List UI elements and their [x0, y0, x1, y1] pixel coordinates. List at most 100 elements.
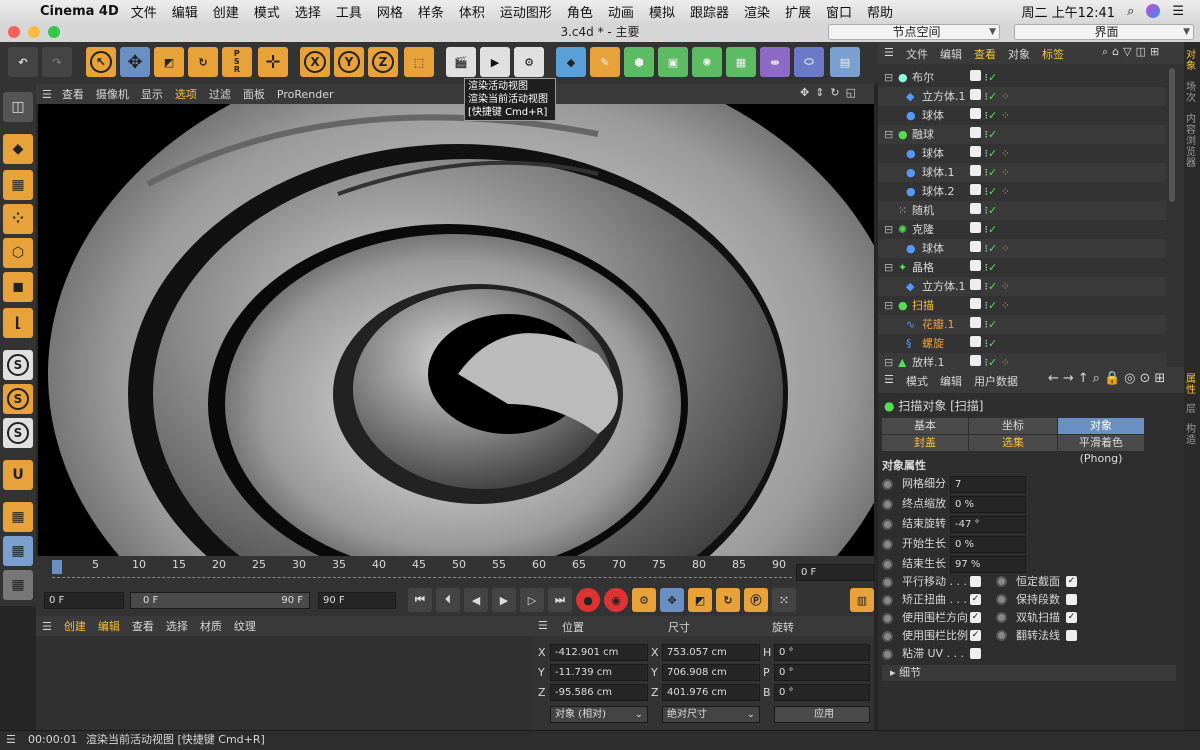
size-z-field[interactable]: 401.976 cm [662, 684, 760, 701]
anim-dot-icon[interactable] [882, 518, 893, 530]
visibility-dots[interactable]: ⁝✓ [970, 334, 997, 353]
visibility-dots[interactable]: ⁝✓ [970, 201, 997, 220]
layer-check[interactable] [970, 165, 981, 176]
om-row[interactable]: ⊟ ● 扫描 ⁝✓ ⁘ [878, 296, 1166, 315]
side-tab-takes[interactable]: 场次 [1186, 82, 1198, 104]
checkbox[interactable]: ✓ [1066, 612, 1077, 623]
anim-dot-icon[interactable] [882, 630, 893, 642]
details-group[interactable]: ▸ 细节 [882, 665, 1176, 681]
checkbox[interactable] [1066, 594, 1077, 605]
layer-check[interactable] [970, 317, 981, 328]
move-cross-button[interactable]: ✛ [258, 47, 288, 77]
menu-edit[interactable]: 编辑 [172, 2, 198, 21]
rot-p-field[interactable]: 0 ° [774, 664, 870, 681]
layer-check[interactable] [970, 203, 981, 214]
visibility-dots[interactable]: ⁝✓ [970, 68, 997, 87]
tab-selections[interactable]: 选集 [969, 435, 1057, 451]
hamburger-icon[interactable]: ☰ [884, 373, 894, 386]
visibility-dots[interactable]: ⁝✓ ⁘ [970, 106, 1010, 125]
side-tab-attributes[interactable]: 属性 [1186, 374, 1198, 396]
anim-dot-icon[interactable] [882, 594, 893, 606]
play-icon[interactable]: ▶ [492, 588, 516, 612]
object-name[interactable]: 球体 [922, 106, 944, 125]
om-row[interactable]: ● 球体 ⁝✓ ⁘ [878, 144, 1166, 163]
tab-phong[interactable]: 平滑着色(Phong) [1058, 435, 1144, 465]
menu-animate[interactable]: 动画 [608, 2, 634, 21]
layer-check[interactable] [970, 146, 981, 157]
mograph-fracture-button[interactable]: ▦ [726, 47, 756, 77]
psr-tool-button[interactable]: PSR [222, 47, 252, 77]
layer-check[interactable] [970, 108, 981, 119]
pos-x-field[interactable]: -412.901 cm [550, 644, 648, 661]
y-axis-button[interactable]: Y [334, 47, 364, 77]
close-window-icon[interactable] [8, 26, 20, 38]
render-settings-button[interactable]: ⚙ [514, 47, 544, 77]
om-scrollbar[interactable] [1169, 68, 1175, 202]
menu-volume[interactable]: 体积 [459, 2, 485, 21]
visibility-dots[interactable]: ⁝✓ [970, 220, 997, 239]
autokey-icon[interactable]: ◉ [604, 588, 628, 612]
om-row[interactable]: ⊟ ● 布尔 ⁝✓ [878, 68, 1166, 87]
prop-value-field[interactable]: -47 ° [950, 516, 1026, 533]
layer-check[interactable] [970, 222, 981, 233]
visibility-dots[interactable]: ⁝✓ ⁘ [970, 239, 1010, 258]
om-row[interactable]: ◆ 立方体.1 ⁝✓ ⁘ [878, 277, 1166, 296]
hamburger-icon[interactable]: ☰ [884, 46, 894, 59]
object-name[interactable]: 布尔 [912, 68, 934, 87]
menu-mograph[interactable]: 运动图形 [500, 2, 552, 21]
om-row[interactable]: ◆ 立方体.1 ⁝✓ ⁘ [878, 87, 1166, 106]
anim-dot-icon[interactable] [882, 576, 893, 588]
anim-dot-icon[interactable] [996, 630, 1007, 641]
menu-help[interactable]: 帮助 [867, 2, 893, 21]
checkbox[interactable]: ✓ [970, 612, 981, 623]
extrude-button[interactable]: ▣ [658, 47, 688, 77]
visibility-dots[interactable]: ⁝✓ ⁘ [970, 182, 1010, 201]
side-tab-objects[interactable]: 对象 [1186, 50, 1198, 72]
visibility-dots[interactable]: ⁝✓ ⁘ [970, 296, 1010, 315]
playhead[interactable] [52, 560, 62, 574]
viewport-menu-display[interactable]: 显示 [141, 86, 163, 102]
key-pla-icon[interactable]: ⁙ [772, 588, 796, 612]
hamburger-icon[interactable]: ☰ [42, 88, 52, 101]
menu-tools[interactable]: 工具 [336, 2, 362, 21]
tab-coord[interactable]: 坐标 [969, 418, 1057, 434]
menu-file[interactable]: 文件 [131, 2, 157, 21]
anim-dot-icon[interactable] [996, 612, 1007, 623]
menu-spline[interactable]: 样条 [418, 2, 444, 21]
menu-tracker[interactable]: 跟踪器 [690, 2, 729, 21]
menu-mesh[interactable]: 网格 [377, 2, 403, 21]
floor-button[interactable]: ▤ [830, 47, 860, 77]
tab-caps[interactable]: 封盖 [882, 435, 968, 451]
move-tool-button[interactable]: ✥ [120, 47, 150, 77]
render-view-button[interactable]: 🎬 [446, 47, 476, 77]
layer-check[interactable] [970, 260, 981, 271]
mat-menu-create[interactable]: 创建 [64, 618, 86, 634]
viewport-menu-panel[interactable]: 面板 [243, 86, 265, 102]
undo-button[interactable]: ↶ [8, 47, 38, 77]
record-icon[interactable]: ● [576, 588, 600, 612]
checkbox[interactable]: ✓ [970, 630, 981, 641]
layout-select[interactable]: 界面 ▼ [1014, 24, 1194, 40]
edge-mode-button[interactable]: ⬡ [3, 238, 33, 268]
om-row[interactable]: ● 球体 ⁝✓ ⁘ [878, 106, 1166, 125]
viewport-nav-icons[interactable]: ✥⇕↻◱ [800, 86, 862, 99]
key-rotation-icon[interactable]: ↻ [716, 588, 740, 612]
layer-check[interactable] [970, 89, 981, 100]
hamburger-icon[interactable]: ☰ [538, 619, 548, 632]
om-row[interactable]: ⊟ ✦ 晶格 ⁝✓ [878, 258, 1166, 277]
object-name[interactable]: 克隆 [912, 220, 934, 239]
current-frame-field[interactable]: 0 F [796, 564, 874, 581]
pos-z-field[interactable]: -95.586 cm [550, 684, 648, 701]
clock[interactable]: 周二 上午12:41 [1021, 2, 1115, 21]
subdivision-button[interactable]: ⬢ [624, 47, 654, 77]
size-x-field[interactable]: 753.057 cm [662, 644, 760, 661]
start-frame-field[interactable]: 0 F [44, 592, 124, 609]
om-menu-edit[interactable]: 编辑 [940, 46, 962, 62]
om-row[interactable]: ⊟ ● 融球 ⁝✓ [878, 125, 1166, 144]
tab-object[interactable]: 对象 [1058, 418, 1144, 434]
menu-window[interactable]: 窗口 [826, 2, 852, 21]
siri-icon[interactable] [1146, 4, 1161, 18]
select-tool-button[interactable]: ↖ [86, 47, 116, 77]
visibility-dots[interactable]: ⁝✓ [970, 125, 997, 144]
node-space-select[interactable]: 节点空间 ▼ [828, 24, 1000, 40]
